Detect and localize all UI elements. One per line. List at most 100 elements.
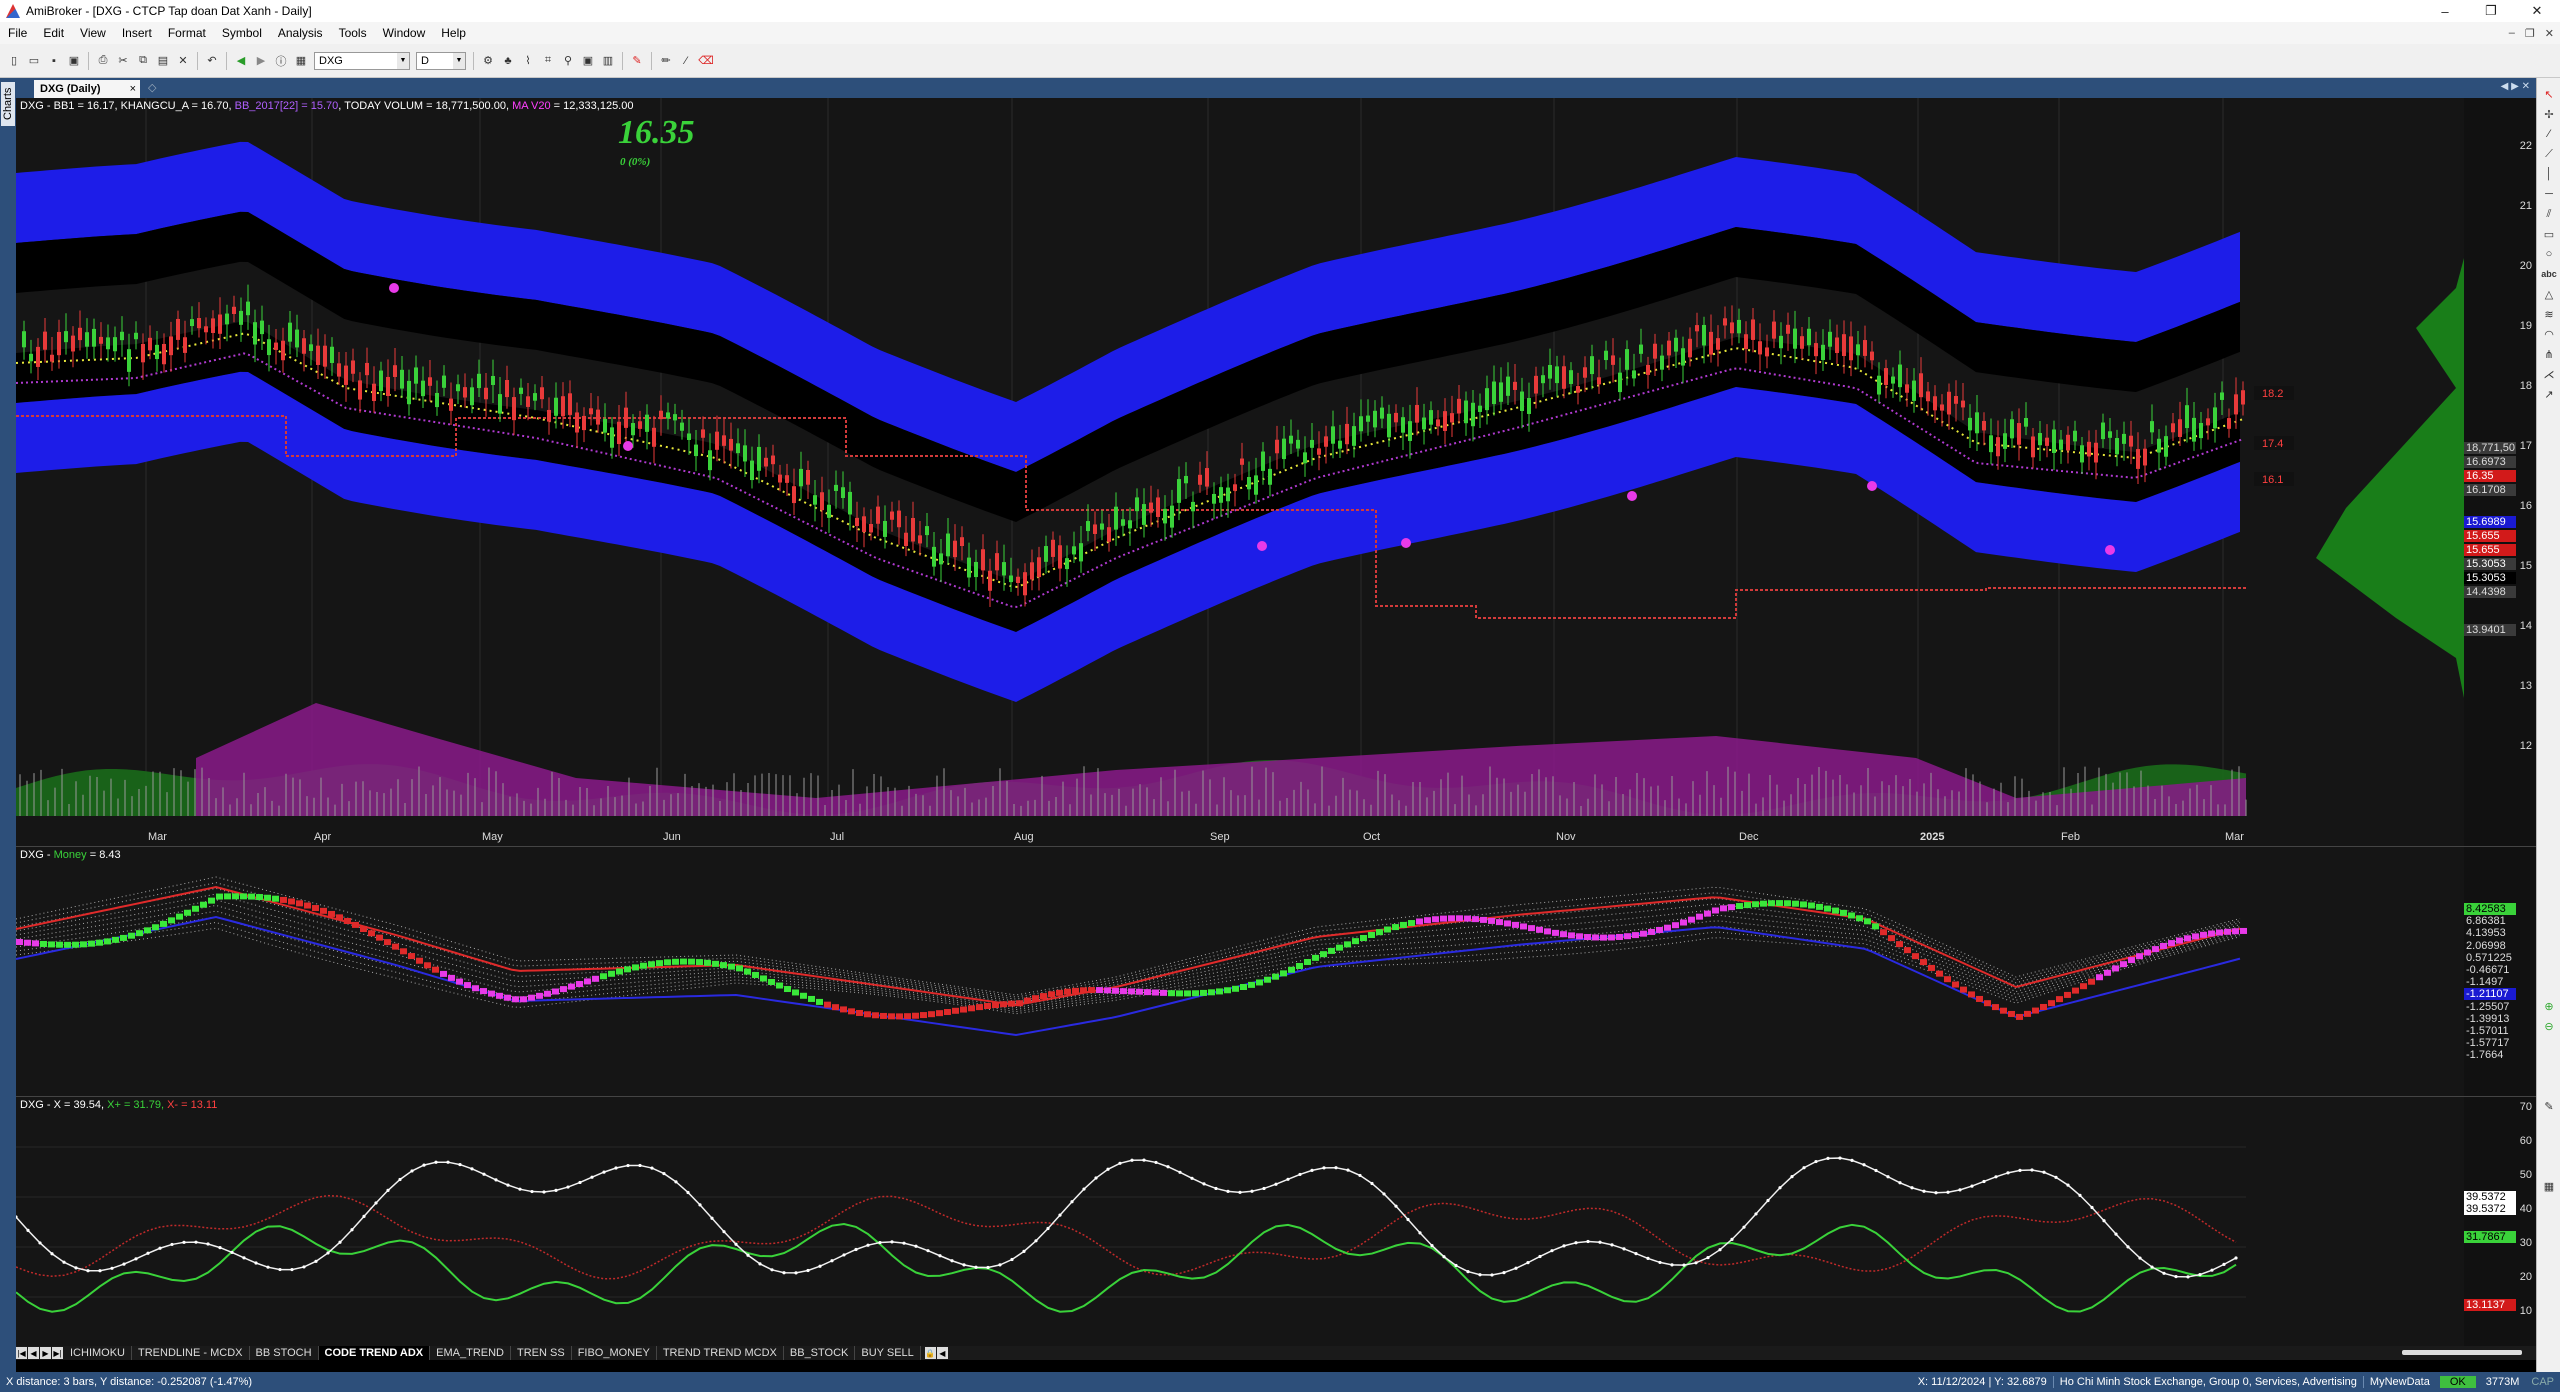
zoom-out-icon[interactable]: ⊖ bbox=[2541, 1018, 2557, 1034]
menu-edit[interactable]: Edit bbox=[35, 26, 72, 40]
close-button[interactable]: ✕ bbox=[2514, 0, 2560, 22]
gann-icon[interactable]: ⋔ bbox=[2541, 346, 2557, 362]
rectangle-icon[interactable]: ▭ bbox=[2541, 226, 2557, 242]
andrews-pitchfork-icon[interactable]: ⋌ bbox=[2541, 366, 2557, 382]
zoom-icon[interactable]: ⚲ bbox=[559, 52, 577, 70]
chart-type-icon[interactable]: ⚙ bbox=[479, 52, 497, 70]
sheet-tab-tren-ss[interactable]: TREN SS bbox=[511, 1346, 572, 1360]
horizontal-scrollbar[interactable] bbox=[2402, 1350, 2522, 1355]
open-icon[interactable]: ▭ bbox=[25, 52, 43, 70]
chart-tab-dxg[interactable]: DXG (Daily) × bbox=[34, 80, 140, 98]
triangle-icon[interactable]: △ bbox=[2541, 286, 2557, 302]
candle-body bbox=[701, 429, 705, 438]
template-icon[interactable]: ▣ bbox=[579, 52, 597, 70]
menu-format[interactable]: Format bbox=[160, 26, 214, 40]
brush-icon[interactable]: ✎ bbox=[2541, 1098, 2557, 1114]
save-all-icon[interactable]: ▣ bbox=[65, 52, 83, 70]
chevron-down-icon[interactable]: ▼ bbox=[397, 52, 409, 69]
save-icon[interactable]: ▪ bbox=[45, 52, 63, 70]
close-icon[interactable]: × bbox=[130, 83, 136, 95]
arrow-icon[interactable]: ↗ bbox=[2541, 386, 2557, 402]
channel-icon[interactable]: ⫽ bbox=[2541, 206, 2557, 222]
paste-icon[interactable]: ▤ bbox=[154, 52, 172, 70]
money-step-bar bbox=[1080, 987, 1087, 994]
sheet-scroll-icon[interactable]: ◀ bbox=[936, 1347, 948, 1359]
charts-panel-tab[interactable]: Charts bbox=[1, 82, 15, 126]
sheet-tab-trendline-mcdx[interactable]: TRENDLINE - MCDX bbox=[132, 1346, 250, 1360]
back-icon[interactable]: ◀ bbox=[232, 52, 250, 70]
calendar-icon[interactable]: ▦ bbox=[292, 52, 310, 70]
symbol-combo[interactable]: DXG ▼ bbox=[314, 51, 410, 70]
money-y-axis[interactable]: 8.42583 6.86381 4.13953 2.06998 0.571225 -0.4… bbox=[2464, 846, 2536, 1096]
sheet-tab-code-trend-adx[interactable]: CODE TREND ADX bbox=[318, 1346, 431, 1360]
interval-combo[interactable]: D ▼ bbox=[416, 51, 466, 70]
menu-view[interactable]: View bbox=[72, 26, 114, 40]
adx-point bbox=[1910, 1186, 1914, 1190]
layout-icon[interactable]: ▥ bbox=[599, 52, 617, 70]
delete-icon[interactable]: ✕ bbox=[174, 52, 192, 70]
next-sheet-icon[interactable]: ▶ bbox=[40, 1347, 51, 1359]
menu-insert[interactable]: Insert bbox=[114, 26, 160, 40]
minimize-button[interactable]: – bbox=[2422, 0, 2468, 22]
grid-icon[interactable]: ▦ bbox=[2541, 1178, 2557, 1194]
info-icon[interactable]: ⓘ bbox=[272, 52, 290, 70]
chevron-down-icon[interactable]: ▼ bbox=[453, 52, 465, 69]
prev-sheet-icon[interactable]: ◀ bbox=[28, 1347, 39, 1359]
last-sheet-icon[interactable]: ▶| bbox=[52, 1347, 63, 1359]
new-icon[interactable]: ▯ bbox=[5, 52, 23, 70]
first-sheet-icon[interactable]: |◀ bbox=[16, 1347, 27, 1359]
copy-icon[interactable]: ⧉ bbox=[134, 52, 152, 70]
mdi-minimize-button[interactable]: – bbox=[2509, 27, 2515, 39]
money-step-bar bbox=[1416, 918, 1423, 925]
menu-symbol[interactable]: Symbol bbox=[214, 26, 270, 40]
horizontal-line-icon[interactable]: ─ bbox=[2541, 186, 2557, 202]
undo-icon[interactable]: ↶ bbox=[203, 52, 221, 70]
candlestick-icon[interactable]: ♣ bbox=[499, 52, 517, 70]
ellipse-icon[interactable]: ○ bbox=[2541, 246, 2557, 262]
arc-icon[interactable]: ◠ bbox=[2541, 326, 2557, 342]
line-width-icon[interactable]: ⁄ bbox=[677, 52, 695, 70]
menu-help[interactable]: Help bbox=[433, 26, 474, 40]
menu-tools[interactable]: Tools bbox=[331, 26, 375, 40]
eraser-icon[interactable]: ⌫ bbox=[697, 52, 715, 70]
maximize-button[interactable]: ❐ bbox=[2468, 0, 2514, 22]
forward-icon[interactable]: ▶ bbox=[252, 52, 270, 70]
sheet-tab-ichimoku[interactable]: ICHIMOKU bbox=[64, 1346, 132, 1360]
text-tool-icon[interactable]: abc bbox=[2541, 266, 2557, 282]
line-chart-icon[interactable]: ⌇ bbox=[519, 52, 537, 70]
print-icon[interactable]: ⎙ bbox=[94, 52, 112, 70]
crosshair-icon[interactable]: ✢ bbox=[2541, 106, 2557, 122]
cut-icon[interactable]: ✂ bbox=[114, 52, 132, 70]
money-pane[interactable]: DXG - Money = 8.43 bbox=[16, 846, 2464, 1096]
fibonacci-icon[interactable]: ≋ bbox=[2541, 306, 2557, 322]
cursor-icon[interactable]: ↖ bbox=[2541, 86, 2557, 102]
sheet-tab-ema-trend[interactable]: EMA_TREND bbox=[430, 1346, 511, 1360]
candle-body bbox=[1968, 417, 1972, 431]
menu-window[interactable]: Window bbox=[375, 26, 434, 40]
sheet-tab-buy-sell[interactable]: BUY SELL bbox=[855, 1346, 921, 1360]
mdi-restore-button[interactable]: ❐ bbox=[2525, 27, 2535, 40]
lock-icon[interactable]: 🔒 bbox=[924, 1347, 936, 1359]
trend-adx-pane[interactable]: DXG - X = 39.54, X+ = 31.79, X- = 13.11 bbox=[16, 1096, 2464, 1346]
menu-analysis[interactable]: Analysis bbox=[270, 26, 331, 40]
bar-chart-icon[interactable]: ⌗ bbox=[539, 52, 557, 70]
sheet-tab-fibo-money[interactable]: FIBO_MONEY bbox=[572, 1346, 657, 1360]
zoom-in-icon[interactable]: ⊕ bbox=[2541, 998, 2557, 1014]
vertical-line-icon[interactable]: │ bbox=[2541, 166, 2557, 182]
menu-file[interactable]: File bbox=[0, 26, 35, 40]
color-picker-icon[interactable]: ✎ bbox=[628, 52, 646, 70]
tab-scroll-icon[interactable]: ◀ ▶ ✕ bbox=[2501, 81, 2530, 92]
sheet-tab-trend-trend-mcdx[interactable]: TREND TREND MCDX bbox=[657, 1346, 784, 1360]
adx-y-axis[interactable]: 70 60 50 40 30 20 10 39.5372 39.5372 31.7867 13.11… bbox=[2464, 1096, 2536, 1346]
sheet-tab-bb-stock[interactable]: BB_STOCK bbox=[784, 1346, 856, 1360]
new-tab-icon[interactable]: ◇ bbox=[148, 81, 156, 94]
money-step-bar bbox=[552, 988, 559, 995]
sheet-tab-bb-stoch[interactable]: BB STOCH bbox=[250, 1346, 319, 1360]
pen-icon[interactable]: ✏ bbox=[657, 52, 675, 70]
price-y-axis[interactable]: 22 21 20 19 18 17 16 15 14 13 12 18,771,50 16.6973 16… bbox=[2464, 98, 2536, 846]
ray-icon[interactable]: ⟋ bbox=[2541, 146, 2557, 162]
trendline-icon[interactable]: ⁄ bbox=[2541, 126, 2557, 142]
mdi-close-button[interactable]: ✕ bbox=[2545, 27, 2554, 40]
candle-body bbox=[211, 318, 215, 333]
price-pane[interactable]: 18.2 17.4 16.1 Mar Apr May Jun Jul Aug Sep Oct Nov D… bbox=[16, 98, 2464, 846]
